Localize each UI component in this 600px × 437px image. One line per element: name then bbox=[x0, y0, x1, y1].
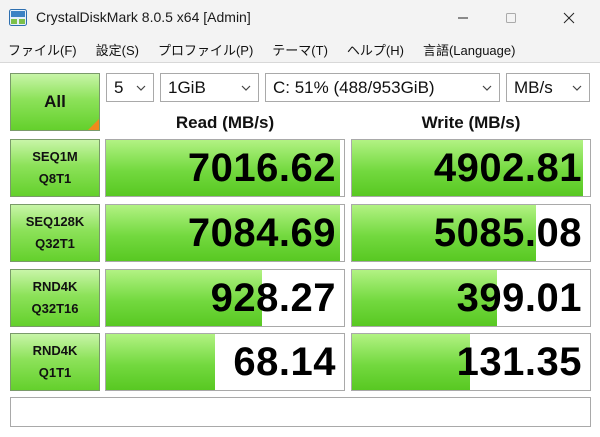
write-result-value: 5085.08 bbox=[433, 210, 582, 255]
write-column-header: Write (MB/s) bbox=[421, 113, 521, 132]
chevron-down-icon bbox=[136, 85, 146, 91]
test-name: RND4K bbox=[32, 343, 78, 358]
test-count-value: 5 bbox=[114, 77, 124, 97]
write-result: 399.01 bbox=[351, 269, 591, 327]
maximize-icon bbox=[506, 13, 516, 23]
chevron-down-icon bbox=[241, 85, 251, 91]
write-result: 131.35 bbox=[351, 333, 591, 391]
chevron-down-icon bbox=[572, 85, 582, 91]
crystaldiskmark-app-icon bbox=[9, 9, 27, 26]
menu-theme[interactable]: テーマ(T) bbox=[272, 40, 328, 59]
unit-select[interactable]: MB/s bbox=[506, 73, 590, 102]
close-icon bbox=[563, 12, 575, 24]
test-name: SEQ1M bbox=[32, 149, 78, 164]
test-params: Q8T1 bbox=[38, 171, 72, 186]
minimize-button[interactable] bbox=[440, 0, 486, 36]
menu-file[interactable]: ファイル(F) bbox=[8, 40, 77, 59]
unit-value: MB/s bbox=[514, 77, 553, 97]
write-result: 5085.08 bbox=[351, 204, 591, 262]
corner-marker bbox=[88, 119, 99, 130]
comment-field[interactable] bbox=[10, 397, 591, 427]
read-result-value: 7084.69 bbox=[187, 210, 336, 255]
read-result: 7016.62 bbox=[105, 139, 345, 197]
test-button-seq128k-q32t1[interactable]: SEQ128K Q32T1 bbox=[10, 204, 100, 262]
menu-settings[interactable]: 設定(S) bbox=[96, 40, 139, 59]
all-button-label: All bbox=[44, 92, 66, 111]
test-count-select[interactable]: 5 bbox=[106, 73, 154, 102]
menu-language[interactable]: 言語(Language) bbox=[423, 40, 516, 59]
all-button[interactable]: All bbox=[10, 73, 100, 131]
window-title: CrystalDiskMark 8.0.5 x64 [Admin] bbox=[36, 9, 251, 25]
test-size-value: 1GiB bbox=[168, 77, 206, 97]
minimize-icon bbox=[458, 17, 468, 19]
menu-profile[interactable]: プロファイル(P) bbox=[158, 40, 253, 59]
read-column-header: Read (MB/s) bbox=[175, 113, 275, 132]
read-result: 7084.69 bbox=[105, 204, 345, 262]
read-result-bar bbox=[106, 334, 216, 390]
test-size-select[interactable]: 1GiB bbox=[160, 73, 259, 102]
test-button-rnd4k-q32t16[interactable]: RND4K Q32T16 bbox=[10, 269, 100, 327]
read-result: 68.14 bbox=[105, 333, 345, 391]
menu-help[interactable]: ヘルプ(H) bbox=[347, 40, 404, 59]
read-result: 928.27 bbox=[105, 269, 345, 327]
write-result-value: 4902.81 bbox=[433, 145, 582, 190]
write-result-value: 399.01 bbox=[456, 275, 582, 320]
write-result: 4902.81 bbox=[351, 139, 591, 197]
menu-bar: ファイル(F) 設定(S) プロファイル(P) テーマ(T) ヘルプ(H) 言語… bbox=[0, 36, 600, 62]
test-button-seq1m-q8t1[interactable]: SEQ1M Q8T1 bbox=[10, 139, 100, 197]
title-bar: CrystalDiskMark 8.0.5 x64 [Admin] bbox=[0, 0, 600, 36]
read-result-value: 68.14 bbox=[233, 339, 336, 384]
drive-value: C: 51% (488/953GiB) bbox=[273, 77, 435, 97]
test-params: Q32T16 bbox=[31, 301, 79, 316]
test-params: Q1T1 bbox=[38, 365, 72, 380]
chevron-down-icon bbox=[482, 85, 492, 91]
test-name: RND4K bbox=[32, 279, 78, 294]
close-button[interactable] bbox=[546, 0, 592, 36]
write-result-value: 131.35 bbox=[456, 339, 582, 384]
test-button-rnd4k-q1t1[interactable]: RND4K Q1T1 bbox=[10, 333, 100, 391]
test-params: Q32T1 bbox=[35, 236, 75, 251]
drive-select[interactable]: C: 51% (488/953GiB) bbox=[265, 73, 500, 102]
maximize-button[interactable] bbox=[488, 0, 534, 36]
read-result-value: 928.27 bbox=[210, 275, 336, 320]
write-result-bar bbox=[352, 334, 470, 390]
read-result-value: 7016.62 bbox=[187, 145, 336, 190]
test-name: SEQ128K bbox=[25, 214, 85, 229]
